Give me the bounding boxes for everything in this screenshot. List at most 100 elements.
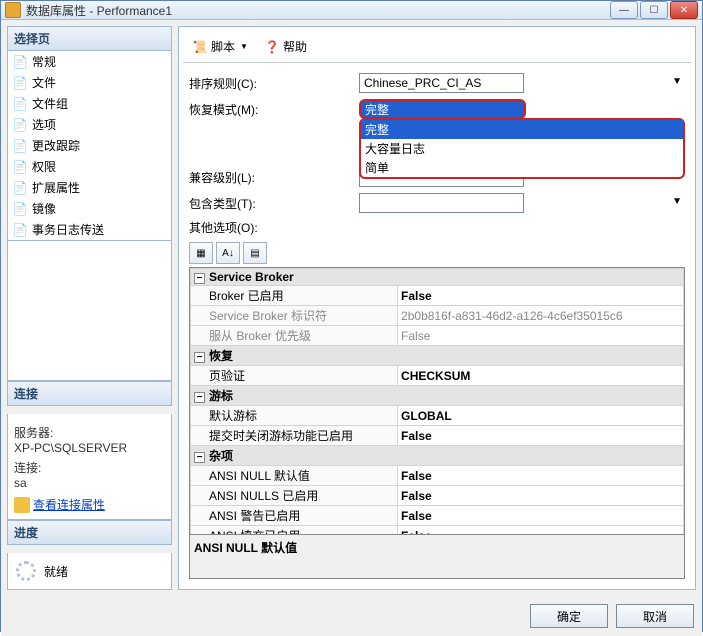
prop-key: 提交时关闭游标功能已启用 (191, 426, 398, 446)
other-options-label: 其他选项(O): (189, 219, 685, 236)
chevron-down-icon: ▼ (672, 196, 682, 207)
sidebar-item[interactable]: 📄事务日志传送 (8, 219, 171, 240)
property-row[interactable]: ANSI 警告已启用False (191, 506, 684, 526)
prop-key: 页验证 (191, 366, 398, 386)
help-button[interactable]: ❓ 帮助 (259, 35, 312, 58)
collapse-icon[interactable]: − (194, 273, 205, 284)
sidebar-item-label: 常规 (32, 53, 56, 70)
property-row[interactable]: 默认游标GLOBAL (191, 406, 684, 426)
connection-header: 连接 (7, 381, 172, 406)
chevron-down-icon: ▼ (240, 42, 248, 51)
compat-label: 兼容级别(L): (189, 169, 359, 186)
sidebar-item[interactable]: 📄更改跟踪 (8, 135, 171, 156)
page-icon: 📄 (12, 201, 28, 217)
dropdown-option[interactable]: 完整 (361, 120, 683, 139)
ok-button[interactable]: 确定 (530, 604, 608, 628)
dialog-footer: 确定 取消 (1, 596, 702, 636)
sidebar-item-label: 权限 (32, 158, 56, 175)
prop-value[interactable]: GLOBAL (398, 406, 684, 426)
property-row[interactable]: 页验证CHECKSUM (191, 366, 684, 386)
prop-value[interactable]: False (398, 326, 684, 346)
window-title: 数据库属性 - Performance1 (26, 2, 610, 19)
help-label: 帮助 (283, 38, 307, 55)
progress-header: 进度 (7, 520, 172, 545)
property-row[interactable]: Service Broker 标识符2b0b816f-a831-46d2-a12… (191, 306, 684, 326)
sidebar-item-label: 更改跟踪 (32, 137, 80, 154)
sidebar-item[interactable]: 📄扩展属性 (8, 177, 171, 198)
dropdown-option[interactable]: 简单 (361, 158, 683, 177)
connection-panel: 服务器: XP-PC\SQLSERVER 连接: sa 查看连接属性 (7, 414, 172, 520)
contain-select[interactable] (359, 193, 524, 213)
page-icon: 📄 (12, 54, 28, 70)
collapse-icon[interactable]: − (194, 452, 205, 463)
collation-label: 排序规则(C): (189, 75, 359, 92)
contain-label: 包含类型(T): (189, 195, 359, 212)
description-box: ANSI NULL 默认值 (189, 535, 685, 579)
prop-value[interactable]: False (398, 486, 684, 506)
properties-button[interactable]: ▤ (243, 242, 267, 264)
prop-key: ANSI NULLS 已启用 (191, 486, 398, 506)
sidebar-item[interactable]: 📄文件 (8, 72, 171, 93)
sidebar-item-label: 文件 (32, 74, 56, 91)
collapse-icon[interactable]: − (194, 392, 205, 403)
dropdown-option[interactable]: 大容量日志 (361, 139, 683, 158)
collation-select[interactable] (359, 73, 524, 93)
prop-value[interactable]: False (398, 426, 684, 446)
cancel-button[interactable]: 取消 (616, 604, 694, 628)
property-row[interactable]: 服从 Broker 优先级False (191, 326, 684, 346)
connection-icon (14, 497, 30, 513)
property-row[interactable]: 提交时关闭游标功能已启用False (191, 426, 684, 446)
sidebar-item[interactable]: 📄镜像 (8, 198, 171, 219)
script-label: 脚本 (211, 38, 235, 55)
prop-key: Broker 已启用 (191, 286, 398, 306)
server-label: 服务器: (14, 424, 165, 441)
page-icon: 📄 (12, 138, 28, 154)
sidebar-item[interactable]: 📄常规 (8, 51, 171, 72)
prop-key: ANSI 警告已启用 (191, 506, 398, 526)
prop-key: Service Broker 标识符 (191, 306, 398, 326)
dialog-window: 数据库属性 - Performance1 — ☐ ✕ 选择页 📄常规📄文件📄文件… (0, 0, 703, 632)
page-icon: 📄 (12, 180, 28, 196)
prop-value[interactable]: False (398, 506, 684, 526)
page-icon: 📄 (12, 159, 28, 175)
category-row[interactable]: −Service Broker (191, 269, 684, 286)
category-row[interactable]: −杂项 (191, 446, 684, 466)
prop-value[interactable]: False (398, 466, 684, 486)
view-connection-text: 查看连接属性 (33, 496, 105, 513)
server-value: XP-PC\SQLSERVER (14, 441, 165, 455)
prop-key: ANSI 填充已启用 (191, 526, 398, 536)
maximize-button[interactable]: ☐ (640, 1, 668, 19)
script-button[interactable]: 📜 脚本 ▼ (187, 35, 253, 58)
property-row[interactable]: ANSI 填充已启用False (191, 526, 684, 536)
prop-value[interactable]: 2b0b816f-a831-46d2-a126-4c6ef35015c6 (398, 306, 684, 326)
close-button[interactable]: ✕ (670, 1, 698, 19)
chevron-down-icon: ▼ (672, 76, 682, 87)
collapse-icon[interactable]: − (194, 352, 205, 363)
script-icon: 📜 (192, 39, 208, 55)
alphabetical-button[interactable]: A↓ (216, 242, 240, 264)
sidebar-item[interactable]: 📄权限 (8, 156, 171, 177)
sidebar-item[interactable]: 📄选项 (8, 114, 171, 135)
sidebar-item-label: 扩展属性 (32, 179, 80, 196)
categorized-button[interactable]: ▦ (189, 242, 213, 264)
property-row[interactable]: ANSI NULLS 已启用False (191, 486, 684, 506)
sidebar-item[interactable]: 📄文件组 (8, 93, 171, 114)
page-icon: 📄 (12, 117, 28, 133)
sidebar-item-label: 选项 (32, 116, 56, 133)
recovery-select[interactable] (359, 99, 526, 119)
minimize-button[interactable]: — (610, 1, 638, 19)
page-icon: 📄 (12, 96, 28, 112)
sidebar-item-label: 事务日志传送 (32, 221, 104, 238)
left-pane: 选择页 📄常规📄文件📄文件组📄选项📄更改跟踪📄权限📄扩展属性📄镜像📄事务日志传送… (7, 26, 172, 590)
view-connection-props-link[interactable]: 查看连接属性 (14, 496, 165, 513)
property-row[interactable]: Broker 已启用False (191, 286, 684, 306)
category-row[interactable]: −恢复 (191, 346, 684, 366)
category-row[interactable]: −游标 (191, 386, 684, 406)
prop-value[interactable]: False (398, 526, 684, 536)
prop-value[interactable]: False (398, 286, 684, 306)
prop-key: ANSI NULL 默认值 (191, 466, 398, 486)
prop-value[interactable]: CHECKSUM (398, 366, 684, 386)
property-row[interactable]: ANSI NULL 默认值False (191, 466, 684, 486)
nav-list: 📄常规📄文件📄文件组📄选项📄更改跟踪📄权限📄扩展属性📄镜像📄事务日志传送 (7, 51, 172, 241)
property-grid[interactable]: −Service BrokerBroker 已启用FalseService Br… (189, 267, 685, 535)
